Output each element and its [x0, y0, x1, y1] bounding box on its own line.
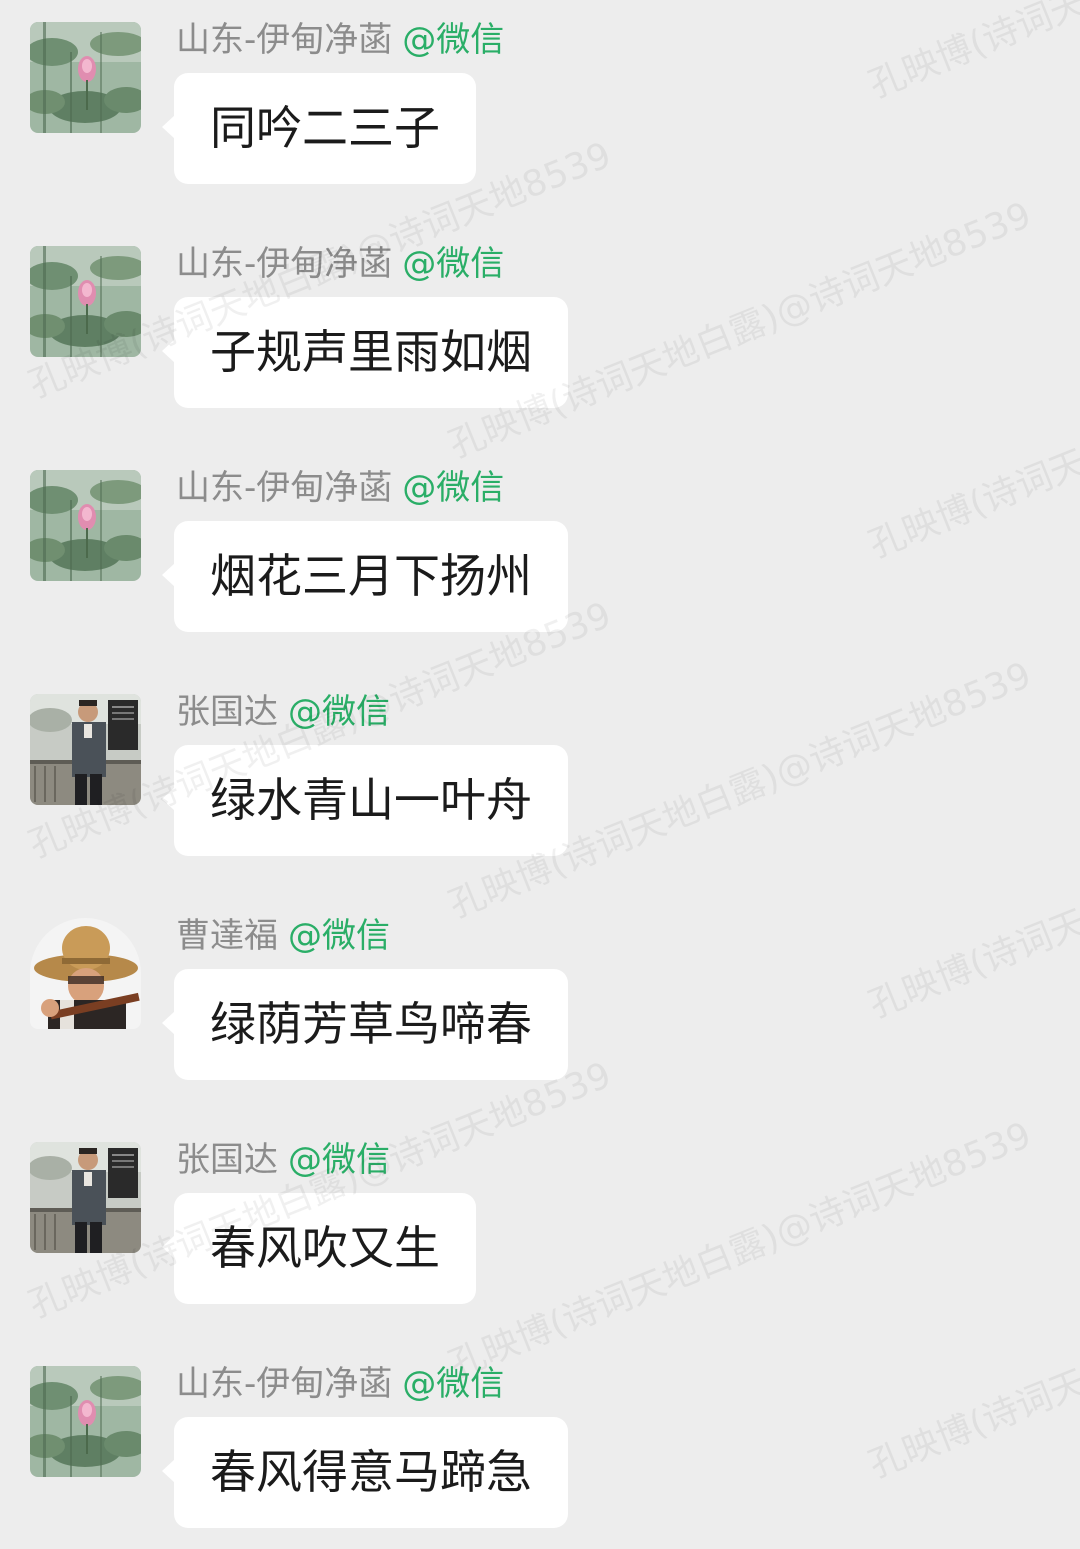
message-bubble[interactable]: 春风吹又生	[162, 1193, 476, 1304]
message-row: 山东-伊甸净菡 @微信春风得意马蹄急	[0, 1344, 1080, 1544]
sender-name: 张国达	[176, 692, 278, 732]
sender-name: 山东-伊甸净菡	[176, 468, 393, 508]
platform-tag: @微信	[402, 244, 505, 284]
lotus-avatar-icon[interactable]	[30, 22, 141, 133]
chat-message-list: 山东-伊甸净菡 @微信 同吟二三子 山东-伊甸净菡 @微信 子规声里雨如烟 山东-伊甸净菡 @…	[0, 0, 1080, 1549]
man-portrait-avatar-icon[interactable]	[30, 694, 141, 805]
platform-tag: @微信	[288, 916, 390, 956]
sender-line: 山东-伊甸净菡 @微信	[176, 1360, 504, 1408]
sender-name: 山东-伊甸净菡	[176, 1364, 393, 1404]
sender-line: 山东-伊甸净菡 @微信	[176, 240, 504, 288]
message-bubble[interactable]: 绿水青山一叶舟	[162, 745, 568, 856]
lotus-avatar-icon[interactable]	[30, 246, 141, 357]
sender-name: 山东-伊甸净菡	[176, 20, 393, 60]
sender-line: 曹達福 @微信	[176, 912, 390, 960]
sender-line: 张国达 @微信	[176, 1136, 390, 1184]
message-row: 山东-伊甸净菡 @微信烟花三月下扬州	[0, 448, 1080, 648]
straw-hat-avatar-icon[interactable]	[30, 918, 141, 1029]
man-portrait-avatar-icon[interactable]	[30, 1142, 141, 1253]
message-bubble[interactable]: 子规声里雨如烟	[162, 297, 568, 408]
message-bubble[interactable]: 同吟二三子	[162, 73, 476, 184]
sender-line: 张国达 @微信	[176, 688, 390, 736]
message-row: 山东-伊甸净菡 @微信同吟二三子	[0, 0, 1080, 200]
message-bubble[interactable]: 春风得意马蹄急	[162, 1417, 568, 1528]
message-row: 张国达 @微信春风吹又生	[0, 1120, 1080, 1320]
message-row: 曹達福 @微信绿荫芳草鸟啼春	[0, 896, 1080, 1096]
platform-tag: @微信	[402, 20, 505, 60]
lotus-avatar-icon[interactable]	[30, 1366, 141, 1477]
sender-line: 山东-伊甸净菡 @微信	[176, 16, 504, 64]
sender-name: 曹達福	[176, 916, 278, 956]
platform-tag: @微信	[402, 468, 505, 508]
platform-tag: @微信	[288, 1140, 390, 1180]
sender-name: 张国达	[176, 1140, 278, 1180]
platform-tag: @微信	[402, 1364, 505, 1404]
platform-tag: @微信	[288, 692, 390, 732]
sender-line: 山东-伊甸净菡 @微信	[176, 464, 504, 512]
message-row: 张国达 @微信绿水青山一叶舟	[0, 672, 1080, 872]
sender-name: 山东-伊甸净菡	[176, 244, 393, 284]
lotus-avatar-icon[interactable]	[30, 470, 141, 581]
message-bubble[interactable]: 绿荫芳草鸟啼春	[162, 969, 568, 1080]
message-row: 山东-伊甸净菡 @微信子规声里雨如烟	[0, 224, 1080, 424]
message-bubble[interactable]: 烟花三月下扬州	[162, 521, 568, 632]
